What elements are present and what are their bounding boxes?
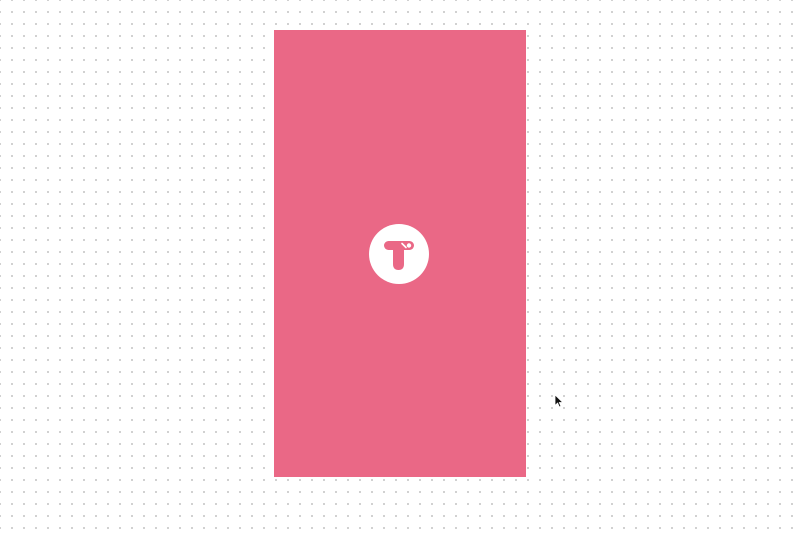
design-canvas[interactable] xyxy=(0,0,800,535)
mouse-pointer-icon xyxy=(554,394,564,408)
app-logo-icon xyxy=(369,224,429,284)
